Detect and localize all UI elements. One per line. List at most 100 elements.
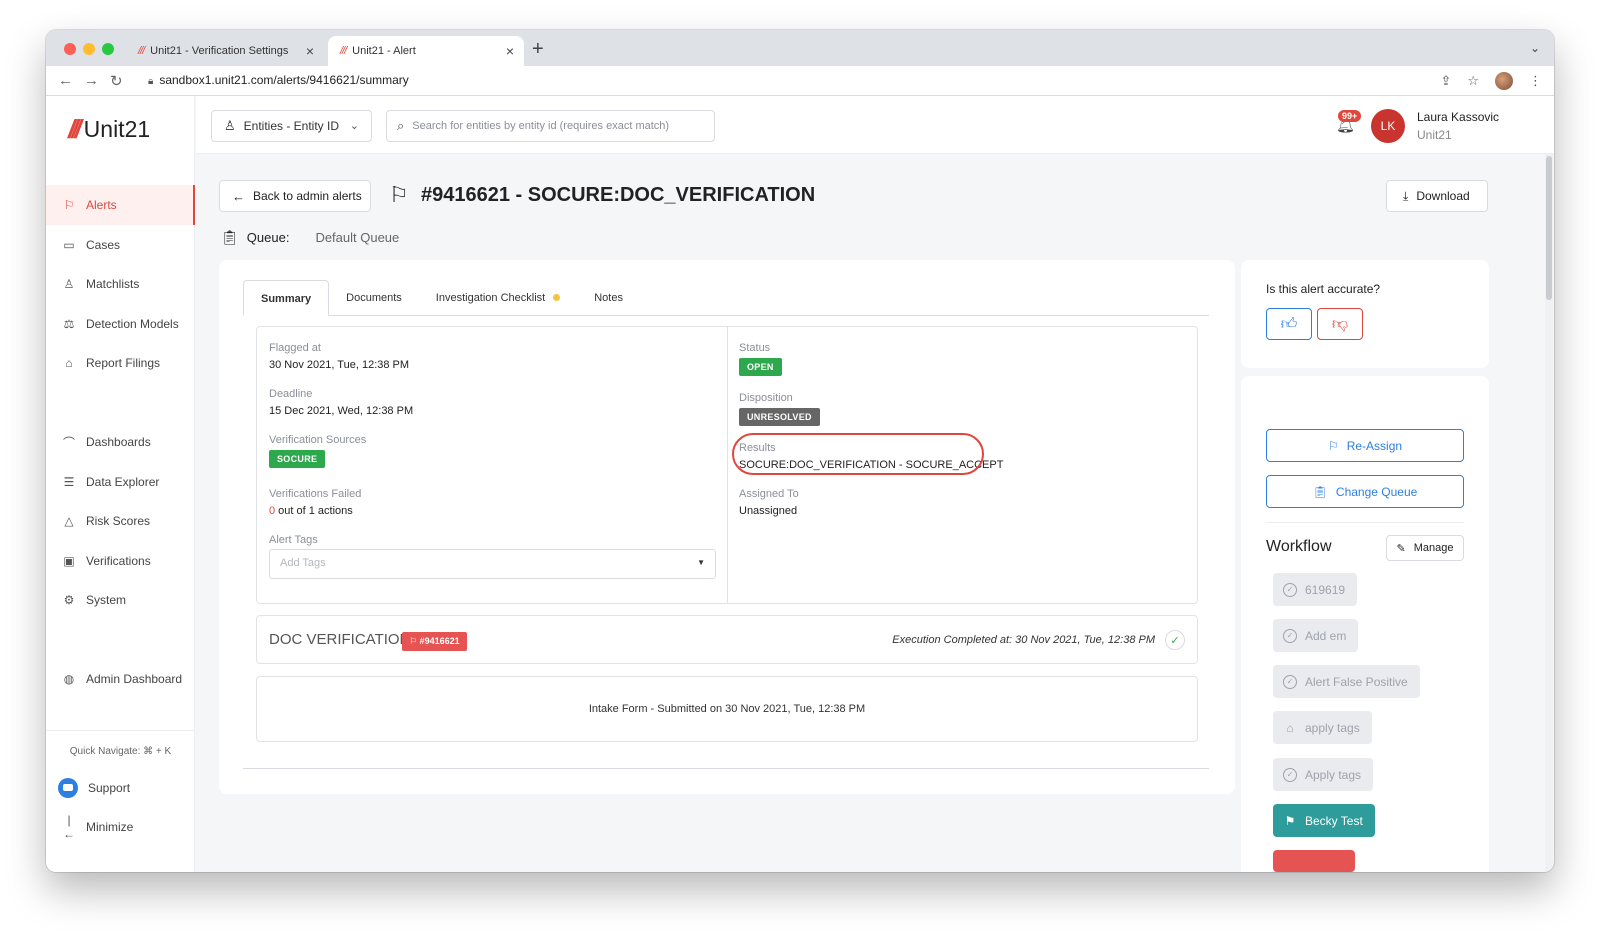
alert-id-badge: ⚐ #9416621 (402, 632, 467, 651)
sidebar-item-alerts[interactable]: ⚐ Alerts (46, 185, 195, 225)
verifications-failed-value: 0 out of 1 actions (269, 505, 353, 517)
workflow-title: Workflow (1266, 538, 1332, 555)
entity-type-select[interactable]: ♙ Entities - Entity ID ⌄ (211, 110, 372, 142)
browser-profile-avatar[interactable] (1495, 72, 1513, 90)
change-queue-label: Change Queue (1335, 484, 1418, 499)
entity-search-input[interactable] (412, 120, 703, 132)
manage-label: Manage (1413, 542, 1454, 554)
share-icon[interactable]: ⇪ (1440, 73, 1451, 89)
sidebar-item-matchlists[interactable]: ♙ Matchlists (46, 264, 195, 304)
add-tags-input[interactable] (280, 557, 660, 569)
intake-form-text: Intake Form - Submitted on 30 Nov 2021, … (588, 703, 866, 715)
doc-verification-panel[interactable]: DOC VERIFICATION ⚐ #9416621 Execution Co… (256, 615, 1198, 664)
globe-icon: ◍ (63, 672, 75, 686)
maximize-window-button[interactable] (102, 43, 114, 55)
intake-form-panel[interactable]: Intake Form - Submitted on 30 Nov 2021, … (256, 676, 1198, 742)
support-button[interactable]: Support (46, 768, 195, 808)
workflow-button-label: Alert False Positive (1305, 674, 1408, 689)
unit21-favicon-icon: /// (340, 45, 347, 57)
address-bar: ← → ↻ 🔒︎ sandbox1.unit21.com/alerts/94166… (46, 66, 1554, 96)
minimize-sidebar-button[interactable]: |← Minimize (46, 807, 195, 847)
url-field[interactable]: 🔒︎ sandbox1.unit21.com/alerts/9416621/sum… (148, 73, 409, 87)
check-circle-icon: ✓ (1283, 767, 1297, 782)
flag-icon: ⚐ (1327, 438, 1339, 453)
logo-text: Unit21 (83, 116, 151, 142)
reload-icon[interactable]: ↻ (110, 72, 123, 90)
tab-label: Notes (594, 292, 623, 304)
sidebar-item-label: Report Filings (86, 356, 161, 370)
back-nav-icon[interactable]: ← (58, 72, 73, 89)
download-button[interactable]: ⤓ Download (1386, 180, 1488, 212)
sidebar-item-label: System (86, 593, 127, 607)
sidebar-item-label: Admin Dashboard (86, 672, 183, 686)
new-tab-icon[interactable]: + (532, 38, 544, 61)
disposition-label: Disposition (739, 392, 793, 404)
workflow-button-partial[interactable] (1273, 850, 1355, 872)
tab-documents[interactable]: Documents (329, 280, 419, 316)
sidebar-item-report-filings[interactable]: ⌂ Report Filings (46, 343, 195, 383)
workflow-button-619619[interactable]: ✓ 619619 (1273, 573, 1358, 606)
lock-icon: 🔒︎ (148, 76, 154, 87)
browser-menu-icon[interactable]: ⋮ (1529, 73, 1542, 89)
close-tab-icon[interactable]: × (506, 43, 514, 59)
tab-investigation-checklist[interactable]: Investigation Checklist (419, 280, 577, 316)
disposition-badge: UNRESOLVED (739, 408, 820, 426)
tab-summary[interactable]: Summary (243, 280, 330, 316)
queue-value: Default Queue (315, 230, 400, 245)
sidebar-item-data-explorer[interactable]: ☰ Data Explorer (46, 462, 195, 502)
workflow-button-add-em[interactable]: ✓ Add em (1273, 619, 1359, 652)
actions-divider (1266, 522, 1464, 523)
sidebar-item-verifications[interactable]: ▣ Verifications (46, 541, 195, 581)
sidebar-item-risk-scores[interactable]: △ Risk Scores (46, 501, 195, 541)
workflow-button-label: 619619 (1305, 582, 1346, 597)
close-tab-icon[interactable]: × (306, 43, 314, 59)
unit21-logo[interactable]: /// Unit21 (68, 114, 150, 145)
sidebar-item-label: Data Explorer (86, 475, 160, 489)
support-label: Support (88, 781, 131, 795)
thumbs-down-button[interactable]: 👎︎ (1317, 308, 1363, 340)
workflow-button-label: apply tags (1305, 720, 1360, 735)
verification-sources-label: Verification Sources (269, 434, 367, 446)
scrollbar-thumb[interactable] (1546, 156, 1552, 300)
alert-id-badge-text: #9416621 (419, 636, 460, 646)
sidebar-item-system[interactable]: ⚙ System (46, 580, 195, 620)
workflow-button-alert-false-positive[interactable]: ✓ Alert False Positive (1273, 665, 1420, 698)
browser-tab-verification-settings[interactable]: /// Unit21 - Verification Settings × (126, 36, 324, 66)
sidebar-item-dashboards[interactable]: ⌒ Dashboards (46, 422, 195, 462)
app-root: /// Unit21 ⚐ Alerts ▭ Cases ♙ Matchlists ⚖ D… (46, 96, 1554, 872)
entity-select-value: Entities - Entity ID (243, 119, 340, 133)
close-window-button[interactable] (64, 43, 76, 55)
manage-workflow-button[interactable]: ✎ Manage (1386, 535, 1464, 561)
tab-search-chevron-icon[interactable]: ⌄ (1530, 41, 1540, 55)
workflow-button-apply-tags-2[interactable]: ✓ Apply tags (1273, 758, 1374, 791)
sidebar-item-detection-models[interactable]: ⚖ Detection Models (46, 304, 195, 344)
workflow-button-label: Add em (1305, 628, 1347, 643)
change-queue-button[interactable]: 📋︎ Change Queue (1266, 475, 1464, 508)
user-avatar[interactable]: LK (1371, 109, 1405, 143)
deadline-label: Deadline (269, 388, 313, 400)
browser-tab-alert[interactable]: /// Unit21 - Alert × (328, 36, 524, 66)
back-to-admin-alerts-button[interactable]: ← Back to admin alerts (219, 180, 371, 212)
doc-verification-title: DOC VERIFICATION (269, 631, 411, 648)
check-circle-icon: ✓ (1283, 582, 1297, 597)
sidebar-item-cases[interactable]: ▭ Cases (46, 225, 195, 265)
workflow-button-becky-test[interactable]: ⚑ Becky Test (1273, 804, 1375, 837)
alert-actions-card: ⚐ Re-Assign 📋︎ Change Queue Workflow ✎ Mana… (1241, 376, 1489, 872)
chat-icon (58, 778, 78, 798)
bookmark-star-icon[interactable]: ☆ (1467, 73, 1479, 89)
thumbs-up-button[interactable]: 👍︎ (1266, 308, 1312, 340)
re-assign-button[interactable]: ⚐ Re-Assign (1266, 429, 1464, 462)
tab-notes[interactable]: Notes (577, 280, 640, 316)
person-list-icon: ♙ (63, 277, 75, 291)
sidebar-item-admin-dashboard[interactable]: ◍ Admin Dashboard (46, 659, 195, 699)
workflow-button-apply-tags[interactable]: ⌂ apply tags (1273, 711, 1372, 744)
forward-nav-icon[interactable]: → (84, 72, 99, 89)
check-circle-icon: ✓ (1283, 628, 1297, 643)
workflow-button-label: Apply tags (1305, 767, 1362, 782)
alert-tags-select[interactable]: ▼ (269, 549, 716, 579)
page-scrollbar[interactable] (1545, 154, 1553, 872)
user-name: Laura Kassovic (1417, 110, 1500, 124)
sidebar-item-label: Cases (86, 238, 121, 252)
minimize-window-button[interactable] (83, 43, 95, 55)
assigned-to-value: Unassigned (739, 505, 798, 517)
